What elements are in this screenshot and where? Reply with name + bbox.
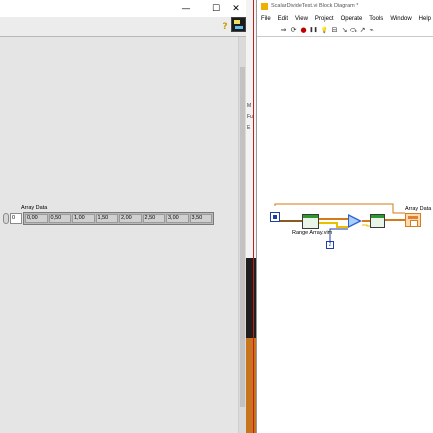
vi-icon[interactable] [231,17,246,32]
scalar-wire[interactable] [329,228,348,241]
front-panel-toolbar: ? [0,17,246,37]
divide-function-fill [349,216,359,226]
array-element: 3,00 [166,214,189,223]
background-text-fragment: M [247,103,252,109]
continuous-run-icon[interactable]: ⟳ [289,26,298,35]
numeric-control-terminal[interactable] [270,212,280,222]
array-data-indicator-label: Array Data [405,206,432,212]
menu-bar: File Edit View Project Operate Tools Win… [257,14,433,25]
front-panel-window: — ☐ ✕ ? Array Data 0 0,00 0,50 1,00 1,50… [0,0,246,433]
array-element: 2,00 [119,214,142,223]
window-edge-line [253,0,254,433]
menu-view[interactable]: View [295,14,308,25]
front-panel-canvas[interactable] [0,37,238,433]
close-button[interactable]: ✕ [226,0,246,17]
vertical-scrollbar[interactable] [238,37,246,433]
array-elements: 0,00 0,50 1,00 1,50 2,00 2,50 3,00 3,50 [23,212,214,225]
menu-file[interactable]: File [261,14,271,25]
orange-wire[interactable] [274,203,405,214]
menu-operate[interactable]: Operate [341,14,363,25]
array-element: 3,50 [189,214,212,223]
front-panel-titlebar: — ☐ ✕ [0,0,246,17]
menu-help[interactable]: Help [419,14,431,25]
array-index-display[interactable]: 0 [10,213,22,224]
maximize-button[interactable]: ☐ [206,0,226,17]
step-into-icon[interactable]: ↘ [340,26,349,35]
window-title: ScalarDivideTest.vi Block Diagram * [271,3,359,9]
block-diagram-toolbar: ⇒ ⟳ ● ❚❚ 💡 ⊟ ↘ ⤼ ↗ ⌁ [257,25,433,37]
background-orange-block [246,338,256,433]
range-array-vi-node[interactable] [302,214,319,229]
array-wire[interactable] [319,222,348,228]
context-help-icon[interactable]: ? [220,21,230,33]
index-increment-icon[interactable] [3,213,9,224]
clean-up-icon[interactable]: ⌁ [367,26,376,35]
pause-icon[interactable]: ❚❚ [309,26,318,35]
background-text-fragment: Fu [247,114,253,120]
range-array-label: Range Array.vim [292,230,333,236]
array-wire[interactable] [362,224,370,227]
menu-edit[interactable]: Edit [278,14,288,25]
abort-icon[interactable]: ● [299,26,308,35]
array-element: 0,50 [48,214,71,223]
subvi-node[interactable] [370,214,385,228]
highlight-execution-icon[interactable]: 💡 [320,26,329,35]
scrollbar-thumb[interactable] [240,67,245,407]
array-element: 0,00 [25,214,48,223]
retain-wire-values-icon[interactable]: ⊟ [330,26,339,35]
array-data-indicator-terminal[interactable] [405,213,421,227]
wires-layer [274,203,405,241]
step-over-icon[interactable]: ⤼ [349,26,358,35]
array-label: Array Data [21,205,48,211]
array-element: 1,50 [95,214,118,223]
menu-tools[interactable]: Tools [369,14,383,25]
block-diagram-window: ScalarDivideTest.vi Block Diagram * File… [256,0,433,433]
menu-project[interactable]: Project [315,14,334,25]
menu-window[interactable]: Window [390,14,411,25]
background-text-fragment: E [247,125,251,131]
minimize-button[interactable]: — [176,0,196,17]
array-indicator[interactable]: 0 0,00 0,50 1,00 1,50 2,00 2,50 3,00 3,5… [3,212,214,225]
step-out-icon[interactable]: ↗ [358,26,367,35]
labview-app-icon [261,3,268,10]
block-diagram-titlebar: ScalarDivideTest.vi Block Diagram * [257,0,433,14]
run-arrow-icon[interactable]: ⇒ [279,26,288,35]
background-window-strip: M Fu E [246,0,256,433]
numeric-constant[interactable]: 2 [326,241,334,249]
array-element: 2,50 [142,214,165,223]
block-diagram-canvas[interactable]: Range Array.vim 2 Array Data [257,38,433,433]
array-element: 1,00 [72,214,95,223]
